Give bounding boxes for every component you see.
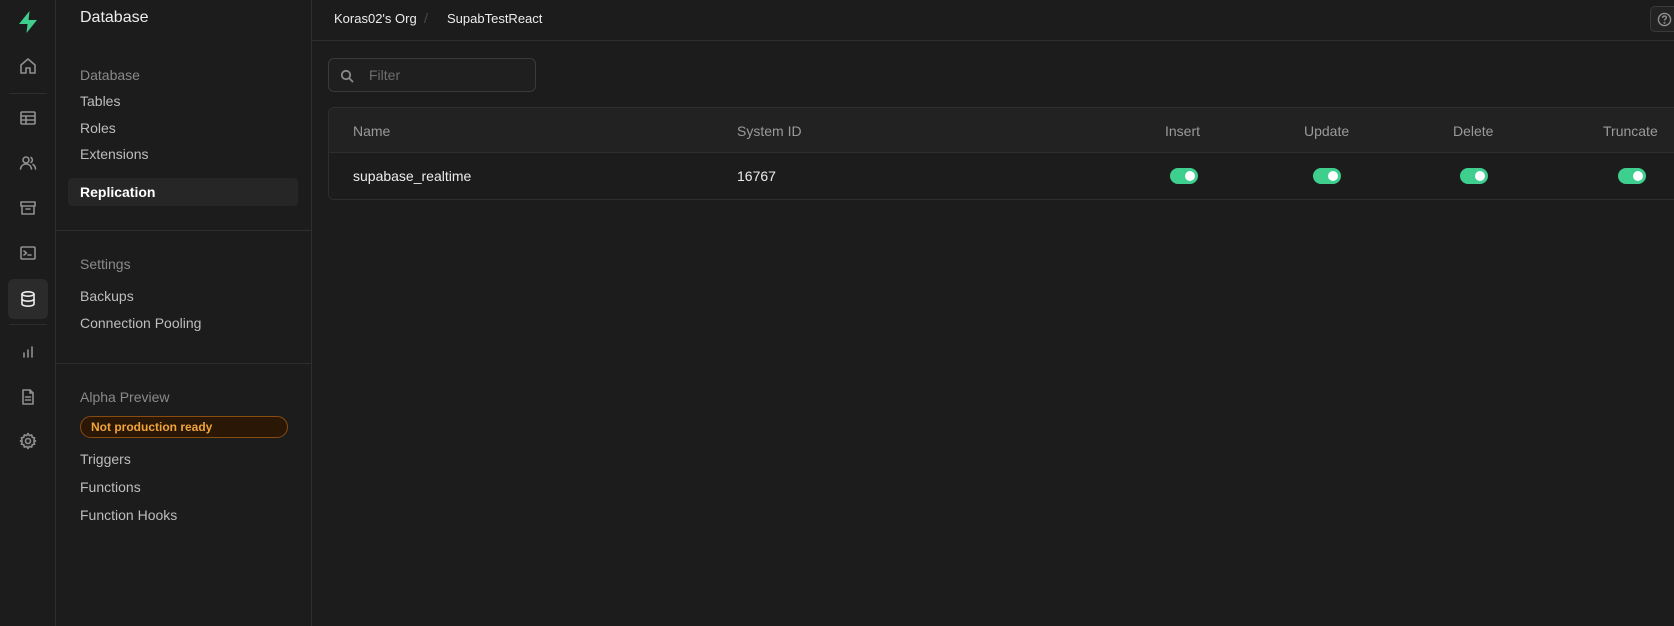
replication-table: Name System ID Insert Update Delete Trun… [328, 107, 1674, 200]
sidebar-divider [56, 363, 312, 364]
filter-box [328, 58, 536, 92]
sidebar-heading-alpha-preview: Alpha Preview [80, 389, 170, 405]
icon-rail [0, 0, 56, 626]
update-toggle[interactable] [1313, 168, 1341, 184]
rail-divider [9, 93, 47, 94]
home-icon[interactable] [8, 46, 48, 86]
publication-system-id: 16767 [737, 168, 776, 184]
sidebar-item-backups[interactable]: Backups [80, 288, 134, 304]
sidebar-heading-settings: Settings [80, 256, 131, 272]
truncate-toggle[interactable] [1618, 168, 1646, 184]
top-bar: Koras02's Org / SupabTestReact [312, 0, 1674, 41]
column-header-delete: Delete [1453, 123, 1494, 139]
rail-divider [9, 324, 47, 325]
sidebar-item-function-hooks[interactable]: Function Hooks [80, 507, 177, 523]
column-header-insert: Insert [1165, 123, 1201, 139]
users-icon[interactable] [8, 143, 48, 183]
delete-toggle[interactable] [1460, 168, 1488, 184]
column-header-system-id: System ID [737, 123, 802, 139]
archive-icon[interactable] [8, 188, 48, 228]
chart-icon[interactable] [8, 332, 48, 372]
column-header-name: Name [353, 123, 391, 139]
sidebar-heading-database: Database [80, 67, 140, 83]
help-button[interactable] [1650, 6, 1674, 32]
sidebar-item-extensions[interactable]: Extensions [80, 146, 148, 162]
sidebar-item-connection-pooling[interactable]: Connection Pooling [80, 315, 201, 331]
table-row: supabase_realtime 16767 [329, 153, 1674, 199]
sidebar-item-roles[interactable]: Roles [80, 120, 116, 136]
supabase-logo[interactable] [14, 8, 42, 36]
breadcrumb-separator: / [424, 10, 428, 26]
table-icon[interactable] [8, 98, 48, 138]
sidebar-item-triggers[interactable]: Triggers [80, 451, 131, 467]
breadcrumb-org[interactable]: Koras02's Org [334, 11, 417, 26]
search-icon [340, 69, 354, 83]
insert-toggle[interactable] [1170, 168, 1198, 184]
sidebar-item-replication[interactable]: Replication [68, 178, 298, 206]
app: Database Database Tables Roles Extension… [0, 0, 1674, 626]
sidebar-item-tables[interactable]: Tables [80, 93, 120, 109]
help-icon [1657, 12, 1672, 27]
gear-icon[interactable] [8, 421, 48, 461]
sidebar-title: Database [80, 9, 149, 26]
document-icon[interactable] [8, 377, 48, 417]
breadcrumb-project[interactable]: SupabTestReact [447, 11, 542, 26]
not-production-ready-badge: Not production ready [80, 416, 288, 438]
sidebar-item-functions[interactable]: Functions [80, 479, 141, 495]
publication-name: supabase_realtime [353, 168, 472, 184]
sidebar-divider [56, 230, 312, 231]
filter-input[interactable] [369, 65, 529, 85]
database-sidebar: Database Database Tables Roles Extension… [56, 0, 312, 626]
table-header: Name System ID Insert Update Delete Trun… [329, 108, 1674, 153]
database-icon[interactable] [8, 279, 48, 319]
column-header-truncate: Truncate [1603, 123, 1658, 139]
terminal-icon[interactable] [8, 233, 48, 273]
column-header-update: Update [1304, 123, 1350, 139]
